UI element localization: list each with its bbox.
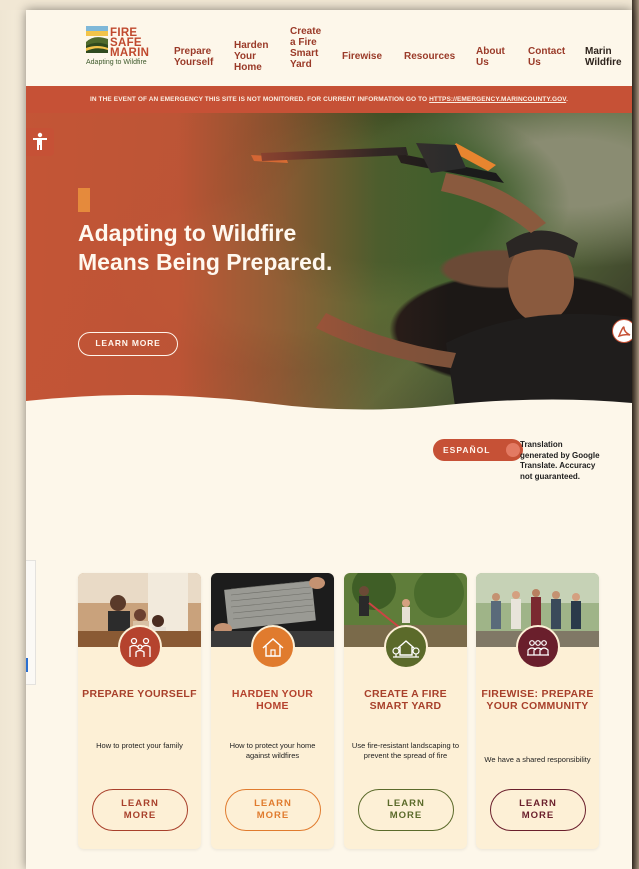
background-top xyxy=(0,0,639,10)
card-title: CREATE A FIRE SMART YARD xyxy=(364,688,447,712)
yard-house-icon xyxy=(384,625,428,669)
card-title: HARDEN YOUR HOME xyxy=(231,688,314,712)
hero-accent-bar xyxy=(78,188,90,212)
translate-disclaimer: Translation generated by Google Translat… xyxy=(520,440,600,481)
card-learn-more-button[interactable]: LEARN MORE xyxy=(490,789,586,831)
card-harden-your-home: HARDEN YOUR HOME How to protect your hom… xyxy=(211,573,334,849)
hero-banner: Adapting to Wildfire Means Being Prepare… xyxy=(26,113,632,413)
side-widget-marker xyxy=(26,658,28,672)
card-create-fire-smart-yard: CREATE A FIRE SMART YARD Use fire-resist… xyxy=(344,573,467,849)
nav-resources[interactable]: Resources xyxy=(404,51,455,62)
nav-prepare-yourself[interactable]: Prepare Yourself xyxy=(174,46,213,68)
nav-harden-your-home[interactable]: Harden Your Home xyxy=(234,40,268,73)
pdf-icon xyxy=(617,326,631,338)
card-description: Use fire-resistant landscaping to preven… xyxy=(351,741,460,760)
espanol-label: ESPAÑOL xyxy=(443,445,491,455)
house-icon xyxy=(251,625,295,669)
card-firewise-community: FIREWISE: PREPARE YOUR COMMUNITY We have… xyxy=(476,573,599,849)
logo-mark-icon xyxy=(86,26,108,53)
logo-wordmark: FIRE SAFE MARIN xyxy=(110,27,150,59)
accessibility-button[interactable] xyxy=(26,128,54,156)
hero-title: Adapting to Wildfire Means Being Prepare… xyxy=(78,220,333,275)
nav-marin-wildfire[interactable]: Marin Wildfire xyxy=(585,46,622,68)
nav-create-fire-smart-yard[interactable]: Create a Fire Smart Yard xyxy=(290,26,321,70)
card-learn-more-button[interactable]: LEARN MORE xyxy=(92,789,188,831)
accessibility-icon xyxy=(33,132,47,150)
site-logo[interactable]: FIRE SAFE MARIN Adapting to Wildfire xyxy=(86,24,166,74)
community-icon xyxy=(516,625,560,669)
nav-contact-us[interactable]: Contact Us xyxy=(528,46,565,68)
family-icon xyxy=(118,625,162,669)
card-title: FIREWISE: PREPARE YOUR COMMUNITY xyxy=(481,688,594,712)
translate-icon xyxy=(506,443,520,457)
logo-tagline: Adapting to Wildfire xyxy=(86,59,147,66)
background-left xyxy=(0,0,26,869)
nav-firewise[interactable]: Firewise xyxy=(342,51,382,62)
logo-line-marin: MARIN xyxy=(110,47,150,59)
alert-suffix: . xyxy=(566,96,569,103)
card-prepare-yourself: PREPARE YOURSELF How to protect your fam… xyxy=(78,573,201,849)
card-learn-more-button[interactable]: LEARN MORE xyxy=(358,789,454,831)
espanol-translate-button[interactable]: ESPAÑOL xyxy=(433,439,523,461)
nav-about-us[interactable]: About Us xyxy=(476,46,505,68)
background-right xyxy=(632,0,639,869)
card-learn-more-button[interactable]: LEARN MORE xyxy=(225,789,321,831)
card-title: PREPARE YOURSELF xyxy=(82,688,197,700)
emergency-alert-bar: IN THE EVENT OF AN EMERGENCY THIS SITE I… xyxy=(26,86,632,113)
card-description: How to protect your home against wildfir… xyxy=(229,741,316,760)
pdf-button[interactable] xyxy=(612,319,632,343)
hero-learn-more-button[interactable]: LEARN MORE xyxy=(78,332,178,356)
alert-link[interactable]: HTTPS://EMERGENCY.MARINCOUNTY.GOV xyxy=(429,96,566,103)
site-header: FIRE SAFE MARIN Adapting to Wildfire Pre… xyxy=(26,10,632,86)
page: FIRE SAFE MARIN Adapting to Wildfire Pre… xyxy=(26,10,632,869)
card-description: We have a shared responsibility xyxy=(484,755,591,764)
card-description: How to protect your family xyxy=(96,741,183,750)
alert-text: IN THE EVENT OF AN EMERGENCY THIS SITE I… xyxy=(89,96,430,103)
side-widget[interactable] xyxy=(26,560,36,685)
